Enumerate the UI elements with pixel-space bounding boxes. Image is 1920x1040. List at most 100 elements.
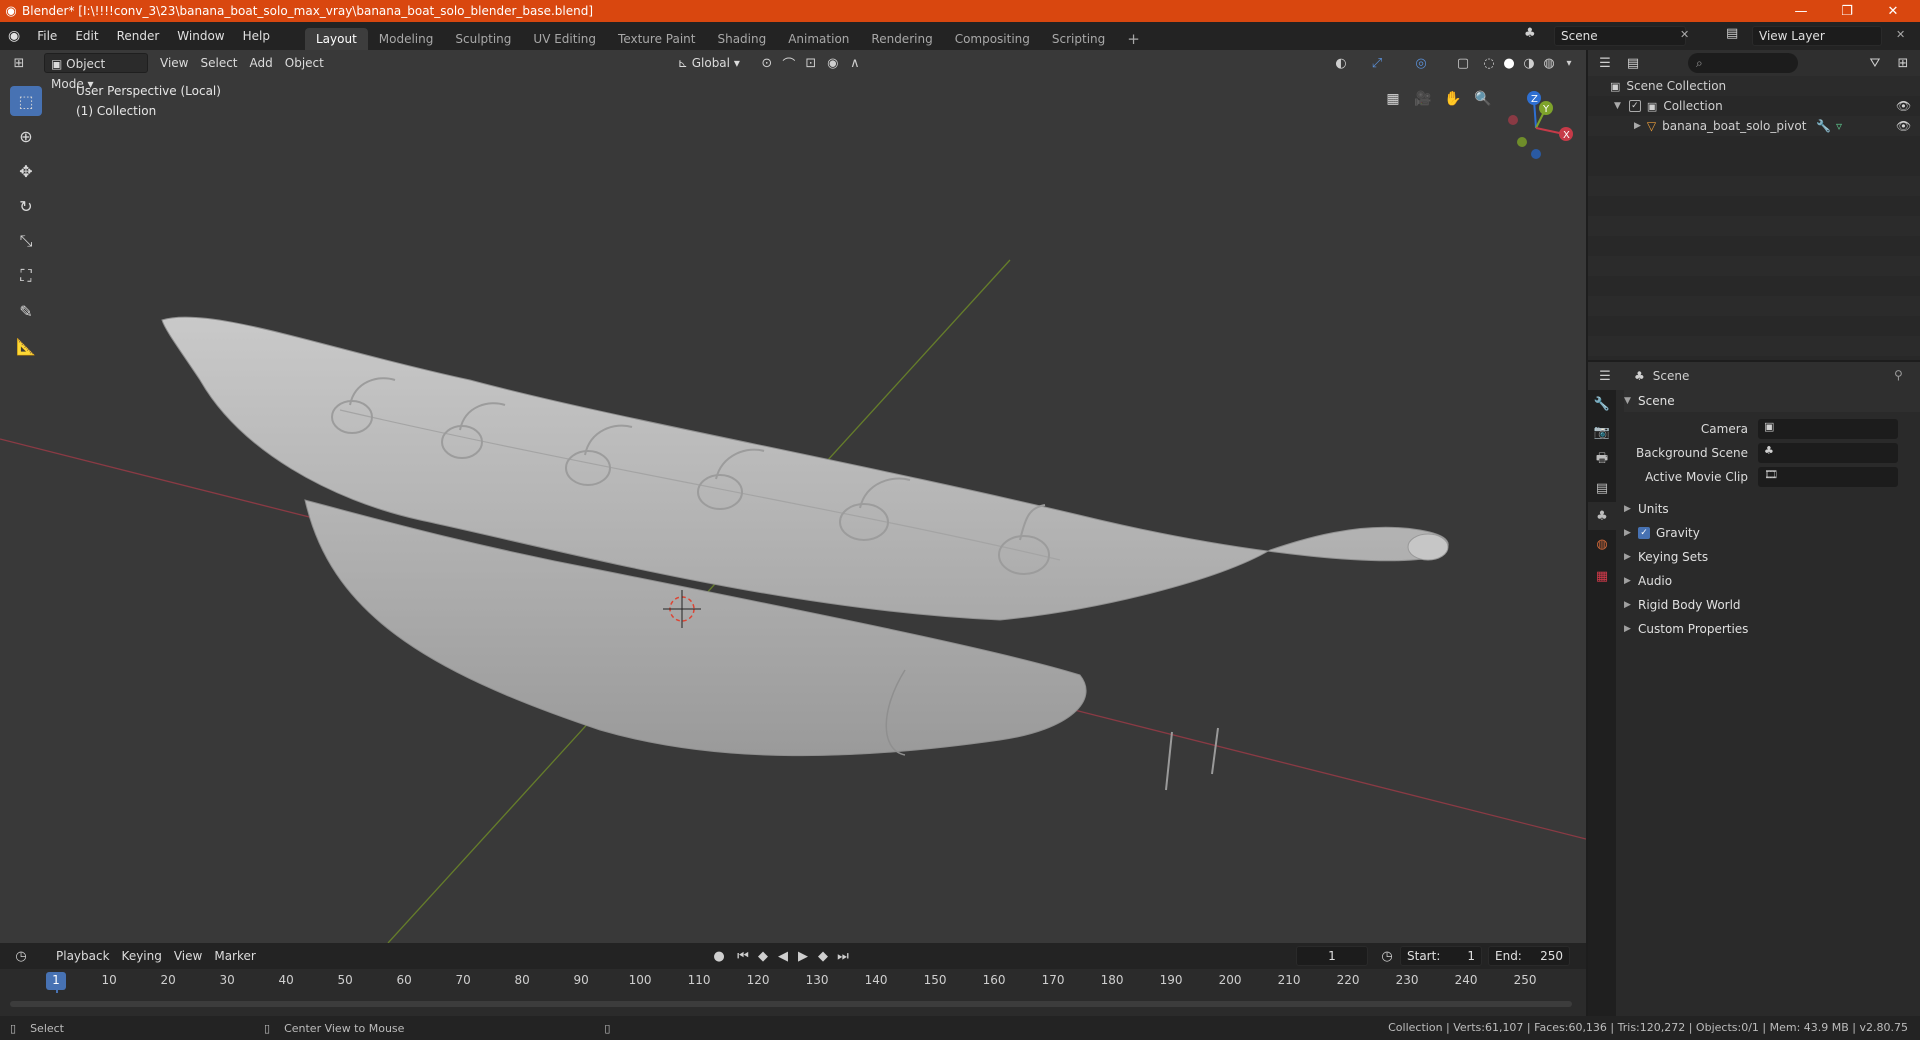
view-layer-tab-icon[interactable]: ▤ (1588, 474, 1616, 502)
current-frame-field[interactable]: 1 (1296, 946, 1368, 966)
units-panel[interactable]: ▶ Units (1624, 498, 1914, 520)
transform-orientation-dropdown[interactable]: ⊾ Global ▾ (672, 53, 746, 73)
select-box-tool-icon[interactable]: ⬚ (10, 86, 42, 116)
tab-scripting[interactable]: Scripting (1041, 28, 1116, 50)
visibility-icon[interactable]: ◐ (1330, 53, 1352, 73)
display-mode-icon[interactable]: ▤ (1622, 53, 1644, 73)
navigation-gizmo[interactable]: Z Y X (1500, 84, 1580, 174)
gizmo-neg-z-icon[interactable] (1531, 149, 1541, 159)
collection-checkbox[interactable]: ✓ (1628, 100, 1641, 112)
editor-type-icon[interactable]: ⊞ (8, 53, 30, 73)
outliner-row-object[interactable]: ▶ ▽ banana_boat_solo_pivot 🔧 ▿ 👁 (1588, 116, 1920, 136)
snap-target-icon[interactable]: ⊡ (800, 53, 822, 73)
pan-view-icon[interactable]: ✋ (1440, 86, 1466, 112)
toggle-grid-icon[interactable]: ▦ (1380, 86, 1406, 112)
new-collection-icon[interactable]: ⊞ (1892, 53, 1914, 73)
gravity-checkbox[interactable]: ✓ (1638, 527, 1650, 539)
menu-timeline-view[interactable]: View (168, 946, 208, 966)
tab-rendering[interactable]: Rendering (860, 28, 943, 50)
play-reverse-icon[interactable]: ◀ (772, 946, 794, 966)
zoom-view-icon[interactable]: 🔍 (1470, 86, 1496, 112)
close-button[interactable]: ✕ (1870, 0, 1916, 22)
world-tab-icon[interactable]: ◍ (1588, 530, 1616, 558)
menu-marker[interactable]: Marker (208, 946, 261, 966)
pivot-point-icon[interactable]: ⊙ (756, 53, 778, 73)
menu-help[interactable]: Help (234, 22, 279, 50)
preview-range-icon[interactable]: ◷ (1376, 946, 1398, 966)
audio-panel[interactable]: ▶ Audio (1624, 570, 1914, 592)
record-icon[interactable]: ● (708, 946, 730, 966)
scene-selector[interactable]: Scene (1554, 26, 1686, 46)
keying-sets-panel[interactable]: ▶ Keying Sets (1624, 546, 1914, 568)
shading-options-icon[interactable]: ▾ (1558, 53, 1580, 73)
proportional-edit-icon[interactable]: ◉ (822, 53, 844, 73)
rotate-tool-icon[interactable]: ↻ (10, 191, 42, 221)
object-expand-icon[interactable]: ▶ (1634, 121, 1641, 131)
shading-solid-icon[interactable]: ● (1498, 53, 1520, 73)
jump-start-icon[interactable]: ⏮ (732, 946, 754, 966)
start-frame-field[interactable]: Start: 1 (1400, 946, 1482, 966)
tab-sculpting[interactable]: Sculpting (444, 28, 522, 50)
collection-expand-icon[interactable]: ▼ (1614, 101, 1621, 111)
maximize-button[interactable]: ❐ (1824, 0, 1870, 22)
outliner-search-input[interactable]: ⌕ (1688, 53, 1798, 73)
filter-icon[interactable]: ⛛ (1864, 53, 1886, 73)
next-keyframe-icon[interactable]: ◆ (812, 946, 834, 966)
outliner-row-collection[interactable]: ▼ ✓ ▣ Collection 👁 (1588, 96, 1920, 116)
overlays-toggle-icon[interactable]: ◎ (1410, 53, 1432, 73)
tab-animation[interactable]: Animation (777, 28, 860, 50)
measure-tool-icon[interactable]: 📐 (10, 331, 42, 361)
gizmo-toggle-icon[interactable]: ⤢ (1366, 53, 1388, 73)
proportional-falloff-icon[interactable]: ∧ (844, 53, 866, 73)
3d-viewport[interactable]: ⊞ ▣ Object Mode ▾ View Select Add Object… (0, 50, 1586, 943)
annotate-tool-icon[interactable]: ✎ (10, 296, 42, 326)
properties-editor-type-icon[interactable]: ☰ (1594, 366, 1616, 386)
texture-tab-icon[interactable]: ▦ (1588, 562, 1616, 590)
object-mode-dropdown[interactable]: ▣ Object Mode ▾ (44, 53, 148, 91)
gizmo-neg-x-icon[interactable] (1508, 115, 1518, 125)
scene-close-icon[interactable]: ✕ (1680, 28, 1689, 41)
tab-compositing[interactable]: Compositing (944, 28, 1041, 50)
collection-visibility-icon[interactable]: 👁 (1896, 99, 1911, 113)
background-scene-field[interactable]: ♣ (1758, 443, 1898, 463)
pin-icon[interactable]: ⚲ (1894, 368, 1903, 382)
tab-shading[interactable]: Shading (706, 28, 777, 50)
shading-rendered-icon[interactable]: ◍ (1538, 53, 1560, 73)
menu-keying[interactable]: Keying (116, 946, 168, 966)
end-frame-field[interactable]: End: 250 (1488, 946, 1570, 966)
tab-texture-paint[interactable]: Texture Paint (607, 28, 706, 50)
view-layer-close-icon[interactable]: ✕ (1896, 28, 1905, 41)
tab-uv-editing[interactable]: UV Editing (522, 28, 607, 50)
scale-tool-icon[interactable]: ⤡ (10, 226, 42, 256)
menu-file[interactable]: File (28, 22, 66, 50)
scene-panel-header[interactable]: ▼ Scene (1624, 390, 1920, 412)
tab-layout[interactable]: Layout (304, 28, 368, 50)
outliner-editor-type-icon[interactable]: ☰ (1594, 53, 1616, 73)
object-visibility-icon[interactable]: 👁 (1896, 119, 1911, 133)
gravity-panel[interactable]: ▶ ✓ Gravity (1624, 522, 1914, 544)
menu-window[interactable]: Window (168, 22, 233, 50)
shading-wireframe-icon[interactable]: ◌ (1478, 53, 1500, 73)
menu-select[interactable]: Select (194, 53, 243, 73)
prev-keyframe-icon[interactable]: ◆ (752, 946, 774, 966)
menu-object[interactable]: Object (279, 53, 330, 73)
menu-playback[interactable]: Playback (50, 946, 116, 966)
move-tool-icon[interactable]: ✥ (10, 156, 42, 186)
mesh-data-icon[interactable]: ▿ (1836, 119, 1842, 133)
menu-render[interactable]: Render (108, 22, 169, 50)
tab-modeling[interactable]: Modeling (368, 28, 445, 50)
xray-toggle-icon[interactable]: ▢ (1452, 53, 1474, 73)
cursor-tool-icon[interactable]: ⊕ (10, 121, 42, 151)
scene-tab-icon[interactable]: ♣ (1588, 502, 1616, 530)
timeline-editor-type-icon[interactable]: ◷ (10, 946, 32, 966)
add-workspace-button[interactable]: + (1116, 28, 1151, 50)
snap-icon[interactable]: ⌒ (778, 53, 800, 73)
gizmo-neg-y-icon[interactable] (1517, 137, 1527, 147)
shading-material-icon[interactable]: ◑ (1518, 53, 1540, 73)
output-tab-icon[interactable]: 🖶 (1588, 446, 1616, 474)
render-tab-icon[interactable]: 📷 (1588, 418, 1616, 446)
camera-view-icon[interactable]: 🎥 (1410, 86, 1436, 112)
modifier-icon[interactable]: 🔧 (1816, 119, 1831, 133)
rigid-body-world-panel[interactable]: ▶ Rigid Body World (1624, 594, 1914, 616)
minimize-button[interactable]: — (1778, 0, 1824, 22)
